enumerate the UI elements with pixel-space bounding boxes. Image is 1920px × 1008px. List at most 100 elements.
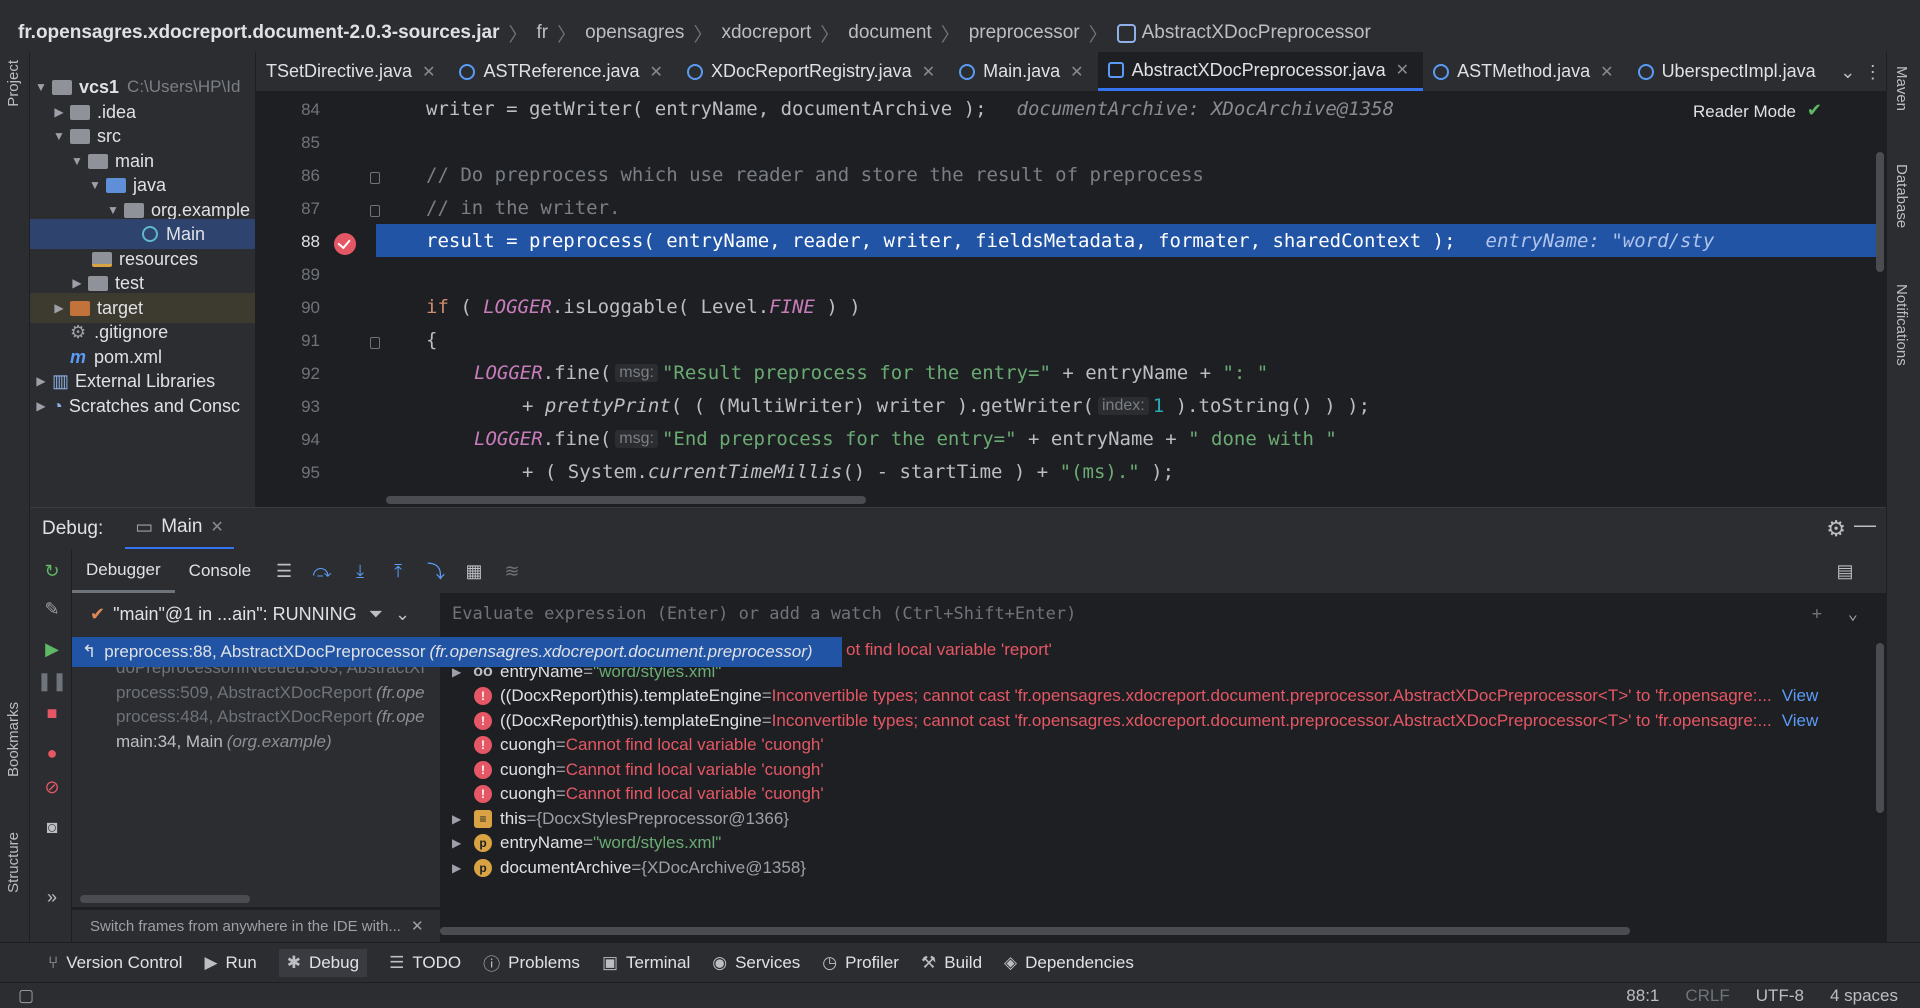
caret-position[interactable]: 88:1 bbox=[1626, 986, 1659, 1006]
trace-icon[interactable]: ≋ bbox=[500, 559, 524, 583]
breadcrumb-preprocessor[interactable]: preprocessor bbox=[969, 22, 1080, 44]
chevron-down-icon[interactable]: ▼ bbox=[106, 203, 120, 217]
filter-icon[interactable]: ⏷ bbox=[369, 604, 383, 625]
menu-icon[interactable]: ☰ bbox=[272, 559, 296, 583]
bookmarks-tool-button[interactable]: Bookmarks bbox=[5, 702, 22, 777]
database-tool-button[interactable]: Database bbox=[1893, 164, 1910, 228]
view-link[interactable]: View bbox=[1782, 711, 1819, 731]
evaluate-icon[interactable]: ▦ bbox=[462, 559, 486, 583]
chevron-down-icon[interactable]: ⌄ bbox=[395, 604, 410, 625]
camera-icon[interactable]: ◙ bbox=[40, 815, 64, 839]
tool-terminal[interactable]: ▣ Terminal bbox=[602, 953, 690, 973]
close-icon[interactable]: ✕ bbox=[650, 62, 663, 82]
chevron-down-icon[interactable]: ⌄ bbox=[1840, 62, 1855, 83]
indent-setting[interactable]: 4 spaces bbox=[1830, 986, 1898, 1006]
tool-dependencies[interactable]: ◈ Dependencies bbox=[1004, 953, 1134, 973]
variable-row[interactable]: ▶ p documentArchive = {XDocArchive@1358} bbox=[440, 853, 1880, 883]
close-icon[interactable]: ✕ bbox=[210, 517, 223, 537]
tool-services[interactable]: ◉ Services bbox=[712, 953, 800, 973]
tab-astreference[interactable]: ASTReference.java ✕ bbox=[449, 52, 676, 91]
settings-wrench-icon[interactable]: ✎ bbox=[40, 597, 64, 621]
step-over-icon[interactable]: ⤼ bbox=[310, 559, 334, 583]
pause-icon[interactable]: ❚❚ bbox=[37, 669, 67, 693]
rerun-icon[interactable]: ↻ bbox=[40, 559, 64, 583]
chevron-right-icon[interactable]: ▶ bbox=[70, 276, 84, 290]
chevron-right-icon[interactable]: ▶ bbox=[34, 399, 48, 413]
reader-mode-button[interactable]: Reader Mode bbox=[1693, 102, 1796, 122]
tool-run[interactable]: ▶ Run bbox=[204, 953, 256, 973]
frame-item[interactable]: main:34, Main (org.example) bbox=[72, 727, 440, 757]
tool-version-control[interactable]: ⑂ Version Control bbox=[48, 953, 182, 973]
mute-breakpoints-icon[interactable]: ⊘ bbox=[40, 775, 64, 799]
evaluate-expression-input[interactable]: Evaluate expression (Enter) or add a wat… bbox=[440, 593, 1886, 635]
chevron-down-icon[interactable]: ▼ bbox=[52, 129, 66, 143]
chevron-right-icon[interactable]: ▶ bbox=[452, 861, 468, 875]
breadcrumb-xdocreport[interactable]: xdocreport bbox=[721, 22, 811, 44]
stop-icon[interactable]: ■ bbox=[40, 701, 64, 725]
chevron-right-icon[interactable]: ▶ bbox=[52, 301, 66, 315]
editor-vertical-scrollbar[interactable] bbox=[1876, 152, 1884, 272]
tab-astmethod[interactable]: ASTMethod.java ✕ bbox=[1423, 52, 1627, 91]
tab-debugger[interactable]: Debugger bbox=[72, 549, 175, 593]
layout-toggle-icon[interactable]: ▢ bbox=[18, 986, 34, 1006]
chevron-down-icon[interactable]: ⌄ bbox=[1848, 604, 1858, 624]
notifications-tool-button[interactable]: Notifications bbox=[1893, 284, 1910, 366]
breadcrumb-opensagres[interactable]: opensagres bbox=[585, 22, 684, 44]
variables-vertical-scrollbar[interactable] bbox=[1876, 643, 1884, 813]
chevron-down-icon[interactable]: ▼ bbox=[70, 154, 84, 168]
tool-todo[interactable]: ☰ TODO bbox=[389, 953, 461, 973]
chevron-right-icon[interactable]: ▶ bbox=[452, 812, 468, 826]
chevron-down-icon[interactable]: ▼ bbox=[88, 178, 102, 192]
tab-tsetdirective[interactable]: TSetDirective.java ✕ bbox=[256, 52, 449, 91]
step-out-icon[interactable]: ⤒ bbox=[386, 559, 410, 583]
tab-main[interactable]: Main.java ✕ bbox=[949, 52, 1097, 91]
close-icon[interactable]: ✕ bbox=[411, 917, 424, 935]
tab-console[interactable]: Console bbox=[175, 549, 265, 593]
close-icon[interactable]: ✕ bbox=[1600, 62, 1613, 82]
close-icon[interactable]: ✕ bbox=[922, 62, 935, 82]
tree-item-scratches[interactable]: ▶ ◔ Scratches and Consc bbox=[30, 391, 255, 421]
thread-selector[interactable]: ✔ "main"@1 in ...ain": RUNNING ⏷ ⌄ bbox=[72, 593, 440, 635]
tab-abstractxdocpreprocessor[interactable]: AbstractXDocPreprocessor.java ✕ bbox=[1097, 52, 1424, 91]
chevron-right-icon[interactable]: ▶ bbox=[52, 105, 66, 119]
tab-uberspectimpl[interactable]: UberspectImpl.java bbox=[1628, 52, 1830, 91]
gear-icon[interactable]: ⚙ bbox=[1826, 516, 1846, 542]
structure-tool-button[interactable]: Structure bbox=[5, 832, 22, 893]
tool-problems[interactable]: ⓘ Problems bbox=[483, 950, 580, 975]
maven-tool-button[interactable]: Maven bbox=[1893, 66, 1910, 111]
breadcrumb-class[interactable]: AbstractXDocPreprocessor bbox=[1142, 22, 1371, 44]
breadcrumb-document[interactable]: document bbox=[848, 22, 931, 44]
view-breakpoints-icon[interactable]: ● bbox=[40, 741, 64, 765]
project-tool-button[interactable]: Project bbox=[5, 60, 22, 107]
more-icon[interactable]: ⋮ bbox=[1864, 62, 1882, 83]
breadcrumb-fr[interactable]: fr bbox=[537, 22, 549, 44]
frames-horizontal-scrollbar[interactable] bbox=[80, 895, 250, 903]
minimize-icon[interactable]: — bbox=[1854, 512, 1876, 538]
tool-debug[interactable]: ✱ Debug bbox=[278, 948, 368, 977]
breadcrumb-jar[interactable]: fr.opensagres.xdocreport.document-2.0.3-… bbox=[18, 22, 500, 44]
resume-icon[interactable]: ▶ bbox=[40, 637, 64, 661]
close-icon[interactable]: ✕ bbox=[1396, 60, 1409, 80]
code-editor[interactable]: 84 85 86 87 88 89 90 91 92 93 94 95 writ… bbox=[256, 92, 1886, 507]
tool-profiler[interactable]: ◷ Profiler bbox=[822, 953, 899, 973]
editor-horizontal-scrollbar[interactable] bbox=[386, 496, 866, 504]
layout-icon[interactable]: ▤ bbox=[1833, 559, 1857, 583]
chevron-down-icon[interactable]: ▼ bbox=[34, 80, 48, 94]
run-to-cursor-icon[interactable]: ⤵ bbox=[424, 559, 448, 583]
chevron-right-icon[interactable]: ▶ bbox=[452, 836, 468, 850]
step-into-icon[interactable]: ⤓ bbox=[348, 559, 372, 583]
tab-xdocreportregistry[interactable]: XDocReportRegistry.java ✕ bbox=[677, 52, 949, 91]
more-icon[interactable]: » bbox=[40, 885, 64, 909]
debug-session-tab[interactable]: ▭ Main ✕ bbox=[125, 508, 234, 550]
breakpoint-icon[interactable] bbox=[334, 233, 356, 255]
close-icon[interactable]: ✕ bbox=[1070, 62, 1083, 82]
view-link[interactable]: View bbox=[1782, 686, 1819, 706]
frame-item-selected[interactable]: ↰ preprocess:88, AbstractXDocPreprocesso… bbox=[72, 637, 842, 667]
add-watch-icon[interactable]: + bbox=[1812, 604, 1822, 624]
close-icon[interactable]: ✕ bbox=[422, 62, 435, 82]
variables-horizontal-scrollbar[interactable] bbox=[440, 927, 1630, 935]
chevron-right-icon[interactable]: ▶ bbox=[452, 665, 468, 679]
file-encoding[interactable]: UTF-8 bbox=[1756, 986, 1804, 1006]
chevron-right-icon[interactable]: ▶ bbox=[34, 374, 48, 388]
line-separator[interactable]: CRLF bbox=[1685, 986, 1729, 1006]
